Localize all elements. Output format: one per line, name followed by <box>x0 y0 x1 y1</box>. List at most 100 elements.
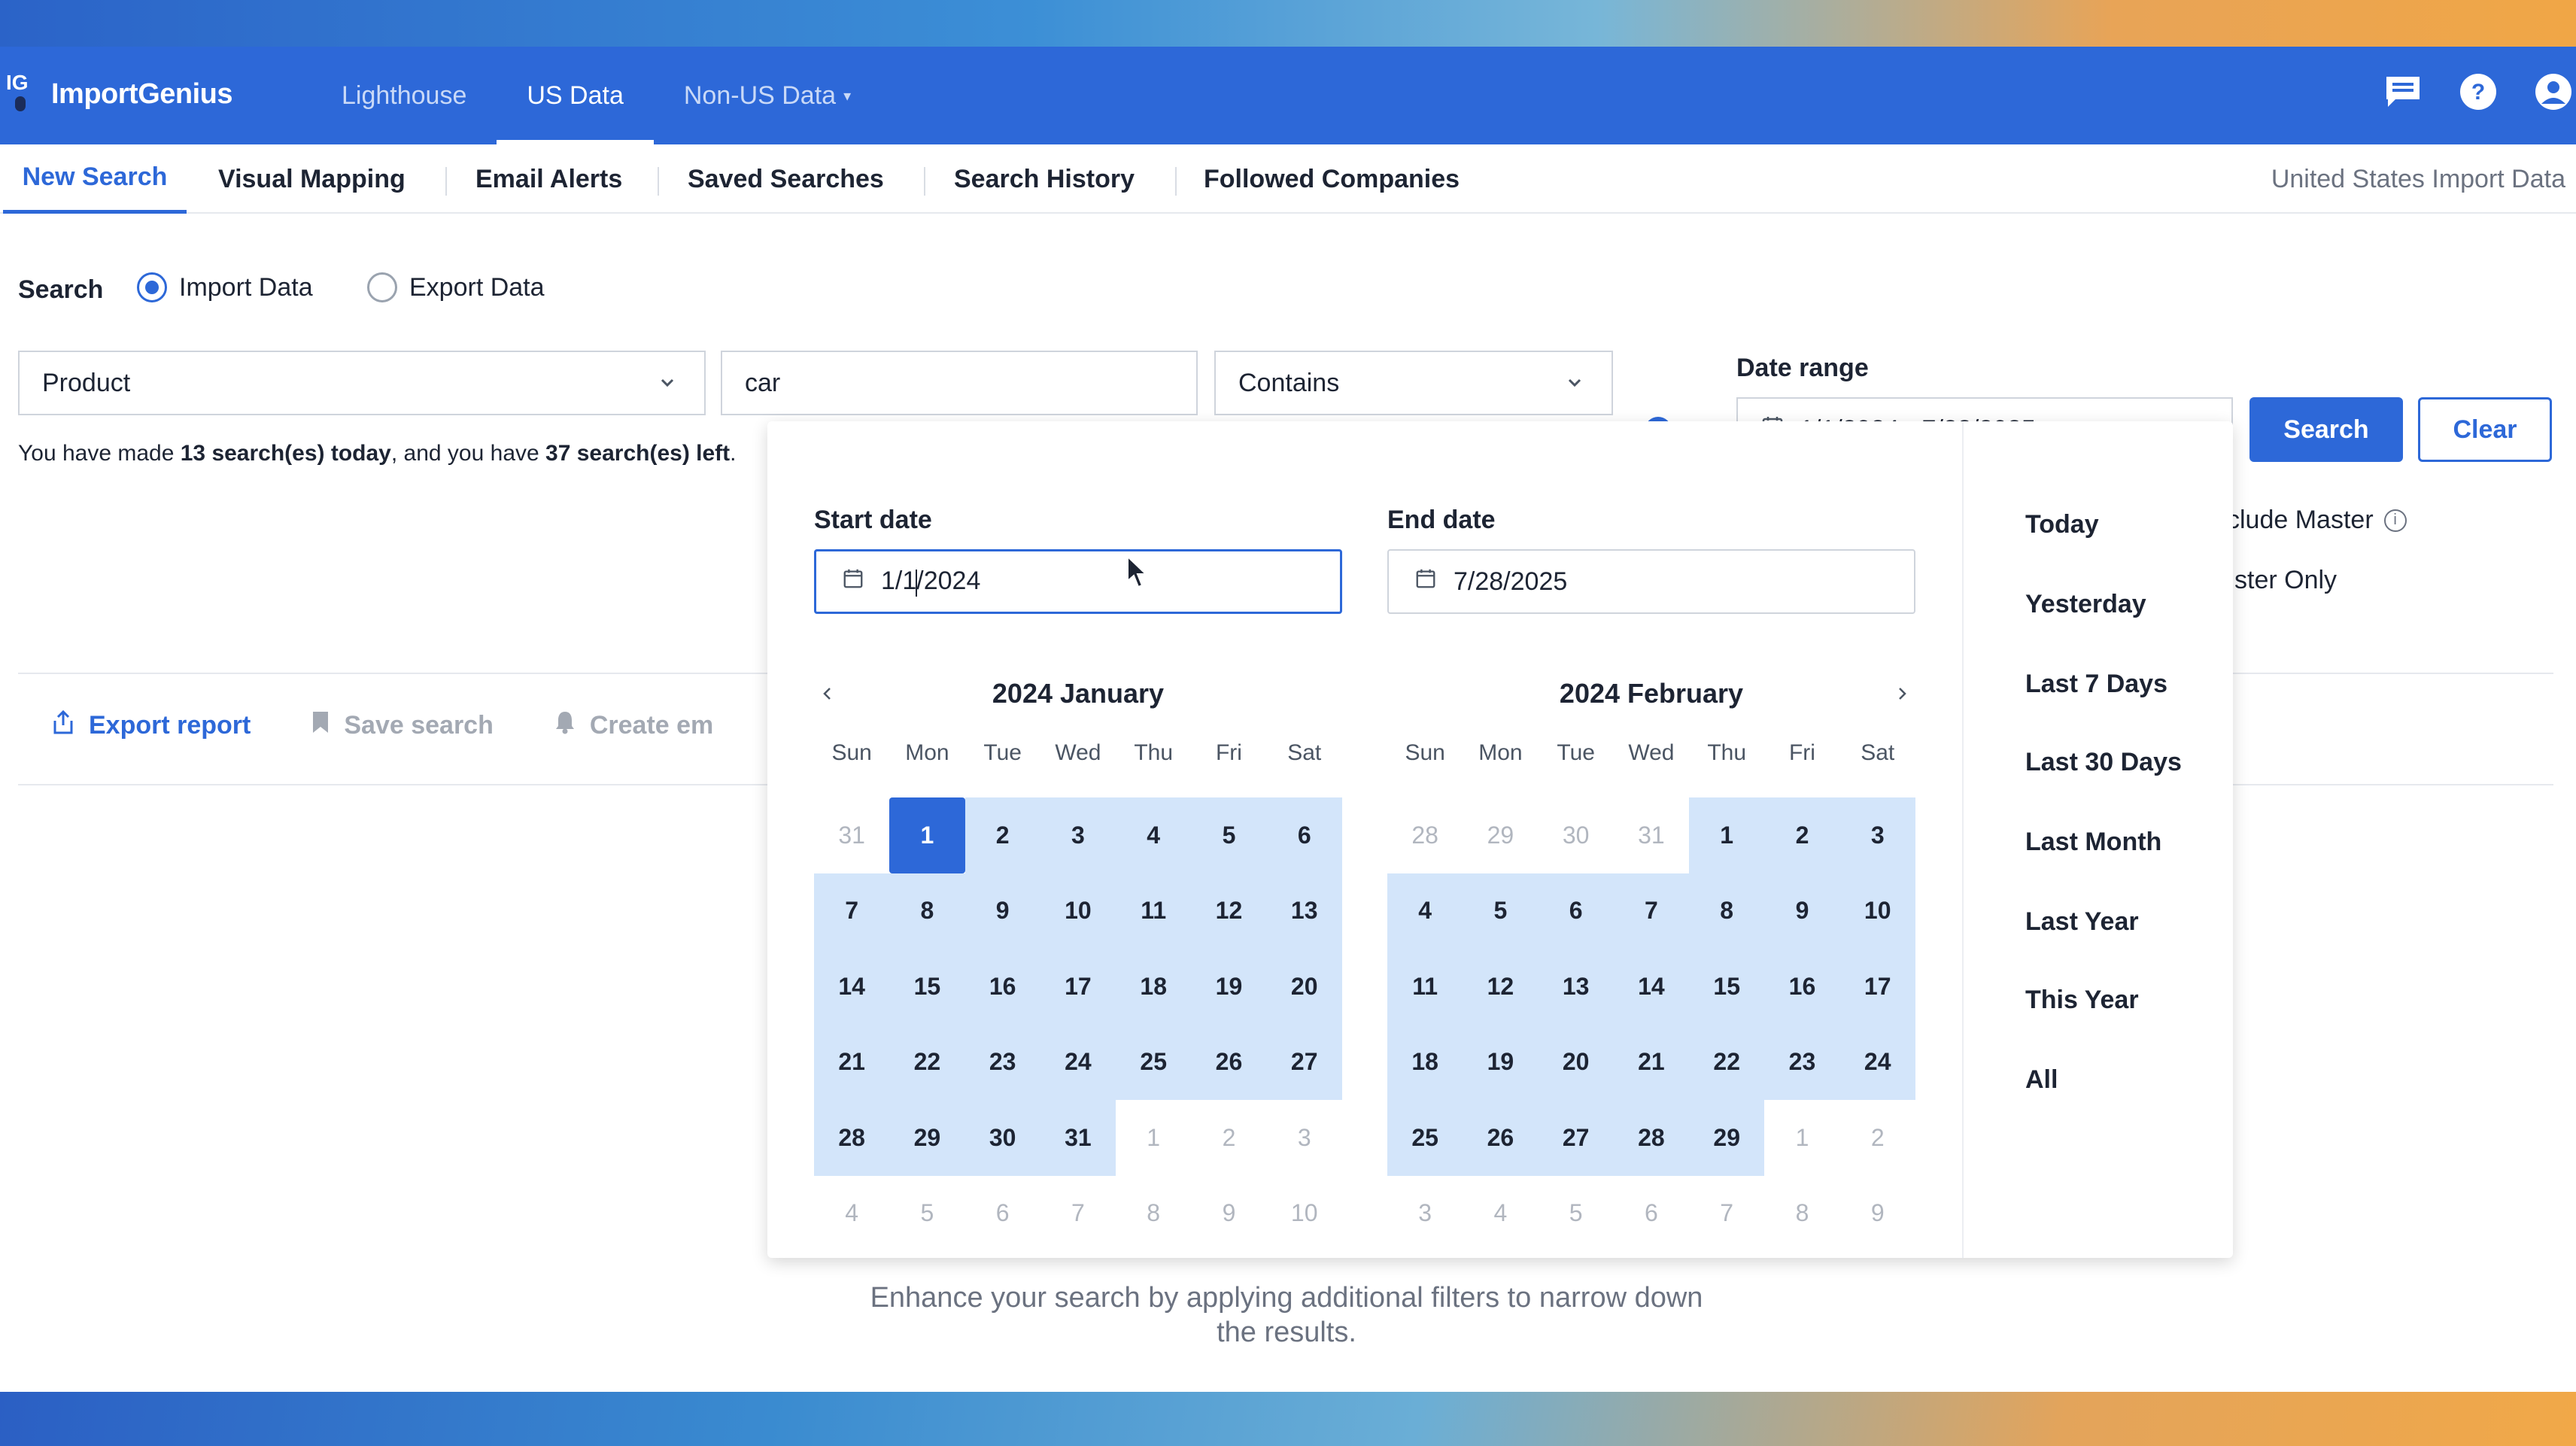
calendar-day[interactable]: 4 <box>1387 873 1463 949</box>
calendar-day[interactable]: 31 <box>1614 797 1689 873</box>
search-input[interactable]: car <box>721 351 1198 415</box>
calendar-day[interactable]: 22 <box>889 1024 965 1100</box>
radio-import-data[interactable]: Import Data <box>137 272 313 302</box>
calendar-day[interactable]: 18 <box>1116 949 1192 1025</box>
calendar-day[interactable]: 25 <box>1116 1024 1192 1100</box>
calendar-day[interactable]: 29 <box>889 1100 965 1176</box>
calendar-day[interactable]: 23 <box>964 1024 1040 1100</box>
calendar-day[interactable]: 19 <box>1191 949 1267 1025</box>
calendar-day[interactable]: 27 <box>1538 1100 1614 1176</box>
calendar-day[interactable]: 2 <box>964 797 1040 873</box>
calendar-day[interactable]: 5 <box>889 1176 964 1252</box>
topnav-us-data[interactable]: US Data <box>497 47 654 144</box>
tab-new-search[interactable]: New Search <box>3 144 187 214</box>
tab-search-history[interactable]: Search History <box>954 144 1135 214</box>
calendar-day[interactable]: 21 <box>814 1024 890 1100</box>
calendar-day[interactable]: 8 <box>1116 1176 1191 1252</box>
calendar-day[interactable]: 11 <box>1116 873 1192 949</box>
calendar-day[interactable]: 16 <box>1764 949 1840 1025</box>
calendar-day[interactable]: 2 <box>1840 1100 1915 1176</box>
calendar-day[interactable]: 14 <box>1613 949 1690 1025</box>
help-icon[interactable]: ? <box>2456 69 2501 114</box>
calendar-day[interactable]: 20 <box>1266 949 1342 1025</box>
preset-last-year[interactable]: Last Year <box>2025 907 2139 937</box>
calendar-day[interactable]: 9 <box>1840 1176 1915 1252</box>
calendar-day[interactable]: 22 <box>1689 1024 1765 1100</box>
calendar-day[interactable]: 2 <box>1191 1100 1266 1176</box>
calendar-day[interactable]: 18 <box>1387 1024 1463 1100</box>
tab-followed-companies[interactable]: Followed Companies <box>1204 144 1460 214</box>
calendar-day[interactable]: 19 <box>1463 1024 1539 1100</box>
calendar-day[interactable]: 26 <box>1463 1100 1539 1176</box>
calendar-day[interactable]: 9 <box>964 873 1040 949</box>
calendar-day[interactable]: 1 <box>1689 797 1765 873</box>
tab-saved-searches[interactable]: Saved Searches <box>688 144 884 214</box>
clear-button[interactable]: Clear <box>2418 397 2552 462</box>
include-master-option[interactable]: clude Master i <box>2227 506 2407 535</box>
calendar-day[interactable]: 23 <box>1764 1024 1840 1100</box>
operator-select[interactable]: Contains <box>1214 351 1613 415</box>
account-icon[interactable] <box>2531 69 2576 114</box>
calendar-day[interactable]: 21 <box>1613 1024 1690 1100</box>
calendar-day[interactable]: 30 <box>1539 797 1614 873</box>
calendar-day[interactable]: 6 <box>1266 797 1342 873</box>
calendar-day[interactable]: 29 <box>1689 1100 1765 1176</box>
calendar-day[interactable]: 10 <box>1267 1176 1342 1252</box>
calendar-day[interactable]: 20 <box>1538 1024 1614 1100</box>
calendar-day[interactable]: 8 <box>889 873 965 949</box>
calendar-day[interactable]: 12 <box>1463 949 1539 1025</box>
topnav-lighthouse[interactable]: Lighthouse <box>311 47 497 144</box>
calendar-day[interactable]: 1 <box>1116 1100 1191 1176</box>
preset-yesterday[interactable]: Yesterday <box>2025 590 2146 619</box>
calendar-day[interactable]: 6 <box>1614 1176 1689 1252</box>
chat-icon[interactable] <box>2380 69 2426 114</box>
calendar-day[interactable]: 26 <box>1191 1024 1267 1100</box>
calendar-day[interactable]: 3 <box>1839 797 1915 873</box>
calendar-day[interactable]: 31 <box>814 797 889 873</box>
calendar-day[interactable]: 15 <box>1689 949 1765 1025</box>
preset-today[interactable]: Today <box>2025 510 2099 539</box>
preset-all[interactable]: All <box>2025 1065 2058 1095</box>
preset-last-month[interactable]: Last Month <box>2025 828 2161 857</box>
calendar-day[interactable]: 5 <box>1539 1176 1614 1252</box>
logo[interactable]: IG ImportGenius <box>6 71 233 114</box>
calendar-day-selected[interactable]: 1 <box>889 797 965 873</box>
calendar-day[interactable]: 5 <box>1191 797 1267 873</box>
calendar-day[interactable]: 14 <box>814 949 890 1025</box>
field-select[interactable]: Product <box>18 351 706 415</box>
calendar-day[interactable]: 4 <box>1116 797 1192 873</box>
calendar-day[interactable]: 17 <box>1040 949 1116 1025</box>
calendar-day[interactable]: 24 <box>1839 1024 1915 1100</box>
calendar-day[interactable]: 10 <box>1839 873 1915 949</box>
calendar-day[interactable]: 10 <box>1040 873 1116 949</box>
calendar-day[interactable]: 9 <box>1764 873 1840 949</box>
calendar-day[interactable]: 30 <box>964 1100 1040 1176</box>
calendar-day[interactable]: 7 <box>1689 1176 1764 1252</box>
preset-last-7-days[interactable]: Last 7 Days <box>2025 670 2167 699</box>
calendar-day[interactable]: 3 <box>1387 1176 1463 1252</box>
calendar-day[interactable]: 7 <box>1040 1176 1116 1252</box>
calendar-day[interactable]: 24 <box>1040 1024 1116 1100</box>
tab-email-alerts[interactable]: Email Alerts <box>475 144 622 214</box>
calendar-day[interactable]: 13 <box>1266 873 1342 949</box>
end-date-input[interactable]: 7/28/2025 <box>1387 549 1915 614</box>
start-date-input[interactable]: 1/1/2024 <box>814 549 1342 614</box>
calendar-day[interactable]: 13 <box>1538 949 1614 1025</box>
calendar-day[interactable]: 1 <box>1764 1100 1839 1176</box>
calendar-day[interactable]: 4 <box>1463 1176 1538 1252</box>
topnav-non-us-data[interactable]: Non-US Data ▾ <box>654 47 881 144</box>
calendar-day[interactable]: 27 <box>1266 1024 1342 1100</box>
calendar-day[interactable]: 25 <box>1387 1100 1463 1176</box>
calendar-day[interactable]: 3 <box>1040 797 1116 873</box>
calendar-day[interactable]: 8 <box>1689 873 1765 949</box>
calendar-day[interactable]: 6 <box>1538 873 1614 949</box>
radio-export-data[interactable]: Export Data <box>367 272 545 302</box>
preset-this-year[interactable]: This Year <box>2025 986 2139 1015</box>
search-button[interactable]: Search <box>2249 397 2403 462</box>
calendar-day[interactable]: 28 <box>814 1100 890 1176</box>
calendar-day[interactable]: 6 <box>965 1176 1040 1252</box>
calendar-day[interactable]: 5 <box>1463 873 1539 949</box>
calendar-day[interactable]: 16 <box>964 949 1040 1025</box>
calendar-day[interactable]: 9 <box>1191 1176 1266 1252</box>
calendar-day[interactable]: 12 <box>1191 873 1267 949</box>
